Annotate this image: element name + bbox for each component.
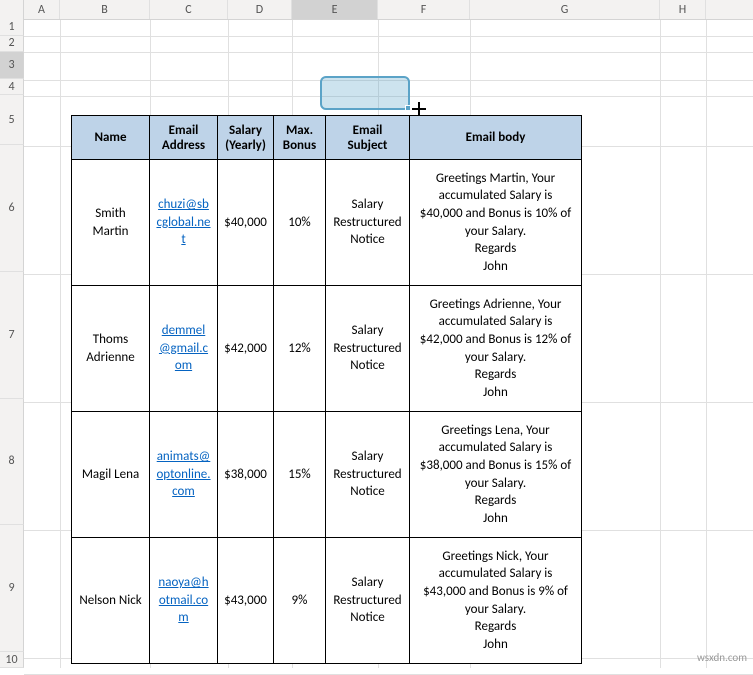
data-table: Name Email Address Salary (Yearly) Max. …: [71, 115, 582, 664]
cell-email[interactable]: demmel@gmail.com: [150, 286, 218, 412]
cell-name[interactable]: Nelson Nick: [72, 538, 150, 664]
spreadsheet: ABCDEFGH 12345678910 Name Email Address …: [0, 0, 753, 668]
cell-name[interactable]: Smith Martin: [72, 160, 150, 286]
table-body: Smith Martinchuzi@sbcglobal.net$40,00010…: [72, 160, 582, 664]
cell-salary[interactable]: $38,000: [218, 412, 274, 538]
select-all-corner[interactable]: [0, 0, 24, 20]
row-header-6[interactable]: 6: [0, 145, 24, 272]
email-link[interactable]: naoya@hotmail.com: [158, 575, 208, 625]
row-header-2[interactable]: 2: [0, 36, 24, 52]
grid-area[interactable]: Name Email Address Salary (Yearly) Max. …: [24, 20, 753, 668]
row-header-7[interactable]: 7: [0, 272, 24, 399]
cell-email[interactable]: animats@optonline.com: [150, 412, 218, 538]
header-email[interactable]: Email Address: [150, 116, 218, 160]
cell-salary[interactable]: $43,000: [218, 538, 274, 664]
watermark: wsxdn.com: [697, 651, 747, 664]
cursor-crosshair-icon: [412, 102, 426, 116]
cell-body[interactable]: Greetings Lena, Your accumulated Salary …: [410, 412, 582, 538]
col-header-D[interactable]: D: [228, 0, 292, 19]
row-header-4[interactable]: 4: [0, 79, 24, 95]
column-header-row: ABCDEFGH: [0, 0, 753, 20]
cell-selection[interactable]: [320, 76, 410, 110]
table-row: Thoms Adriennedemmel@gmail.com$42,00012%…: [72, 286, 582, 412]
table-header-row: Name Email Address Salary (Yearly) Max. …: [72, 116, 582, 160]
cell-subject[interactable]: Salary Restructured Notice: [326, 412, 410, 538]
row-header-9[interactable]: 9: [0, 525, 24, 652]
row-header-5[interactable]: 5: [0, 95, 24, 145]
cell-bonus[interactable]: 9%: [274, 538, 326, 664]
header-bonus[interactable]: Max. Bonus: [274, 116, 326, 160]
row-header-1[interactable]: 1: [0, 20, 24, 36]
cell-subject[interactable]: Salary Restructured Notice: [326, 286, 410, 412]
cell-bonus[interactable]: 12%: [274, 286, 326, 412]
cell-subject[interactable]: Salary Restructured Notice: [326, 160, 410, 286]
table-row: Smith Martinchuzi@sbcglobal.net$40,00010…: [72, 160, 582, 286]
email-link[interactable]: animats@optonline.com: [156, 449, 210, 499]
cell-email[interactable]: chuzi@sbcglobal.net: [150, 160, 218, 286]
header-salary[interactable]: Salary (Yearly): [218, 116, 274, 160]
row-header-8[interactable]: 8: [0, 399, 24, 526]
header-name[interactable]: Name: [72, 116, 150, 160]
col-header-E[interactable]: E: [292, 0, 378, 19]
cell-name[interactable]: Thoms Adrienne: [72, 286, 150, 412]
cell-body[interactable]: Greetings Martin, Your accumulated Salar…: [410, 160, 582, 286]
cell-name[interactable]: Magil Lena: [72, 412, 150, 538]
row-header-10[interactable]: 10: [0, 652, 24, 668]
cell-body[interactable]: Greetings Nick, Your accumulated Salary …: [410, 538, 582, 664]
cell-email[interactable]: naoya@hotmail.com: [150, 538, 218, 664]
col-header-G[interactable]: G: [470, 0, 660, 19]
cell-salary[interactable]: $42,000: [218, 286, 274, 412]
cell-subject[interactable]: Salary Restructured Notice: [326, 538, 410, 664]
table-row: Magil Lenaanimats@optonline.com$38,00015…: [72, 412, 582, 538]
row-header-3[interactable]: 3: [0, 52, 24, 80]
cell-salary[interactable]: $40,000: [218, 160, 274, 286]
header-subject[interactable]: Email Subject: [326, 116, 410, 160]
row-header-col: 12345678910: [0, 20, 24, 668]
fill-handle[interactable]: [405, 105, 411, 111]
cell-body[interactable]: Greetings Adrienne, Your accumulated Sal…: [410, 286, 582, 412]
cell-bonus[interactable]: 15%: [274, 412, 326, 538]
cell-bonus[interactable]: 10%: [274, 160, 326, 286]
header-body[interactable]: Email body: [410, 116, 582, 160]
col-header-H[interactable]: H: [660, 0, 706, 19]
table-row: Nelson Nicknaoya@hotmail.com$43,0009%Sal…: [72, 538, 582, 664]
col-header-C[interactable]: C: [150, 0, 228, 19]
col-header-A[interactable]: A: [24, 0, 60, 19]
email-link[interactable]: demmel@gmail.com: [159, 323, 208, 373]
email-link[interactable]: chuzi@sbcglobal.net: [156, 197, 210, 247]
col-header-B[interactable]: B: [60, 0, 150, 19]
col-header-F[interactable]: F: [378, 0, 470, 19]
